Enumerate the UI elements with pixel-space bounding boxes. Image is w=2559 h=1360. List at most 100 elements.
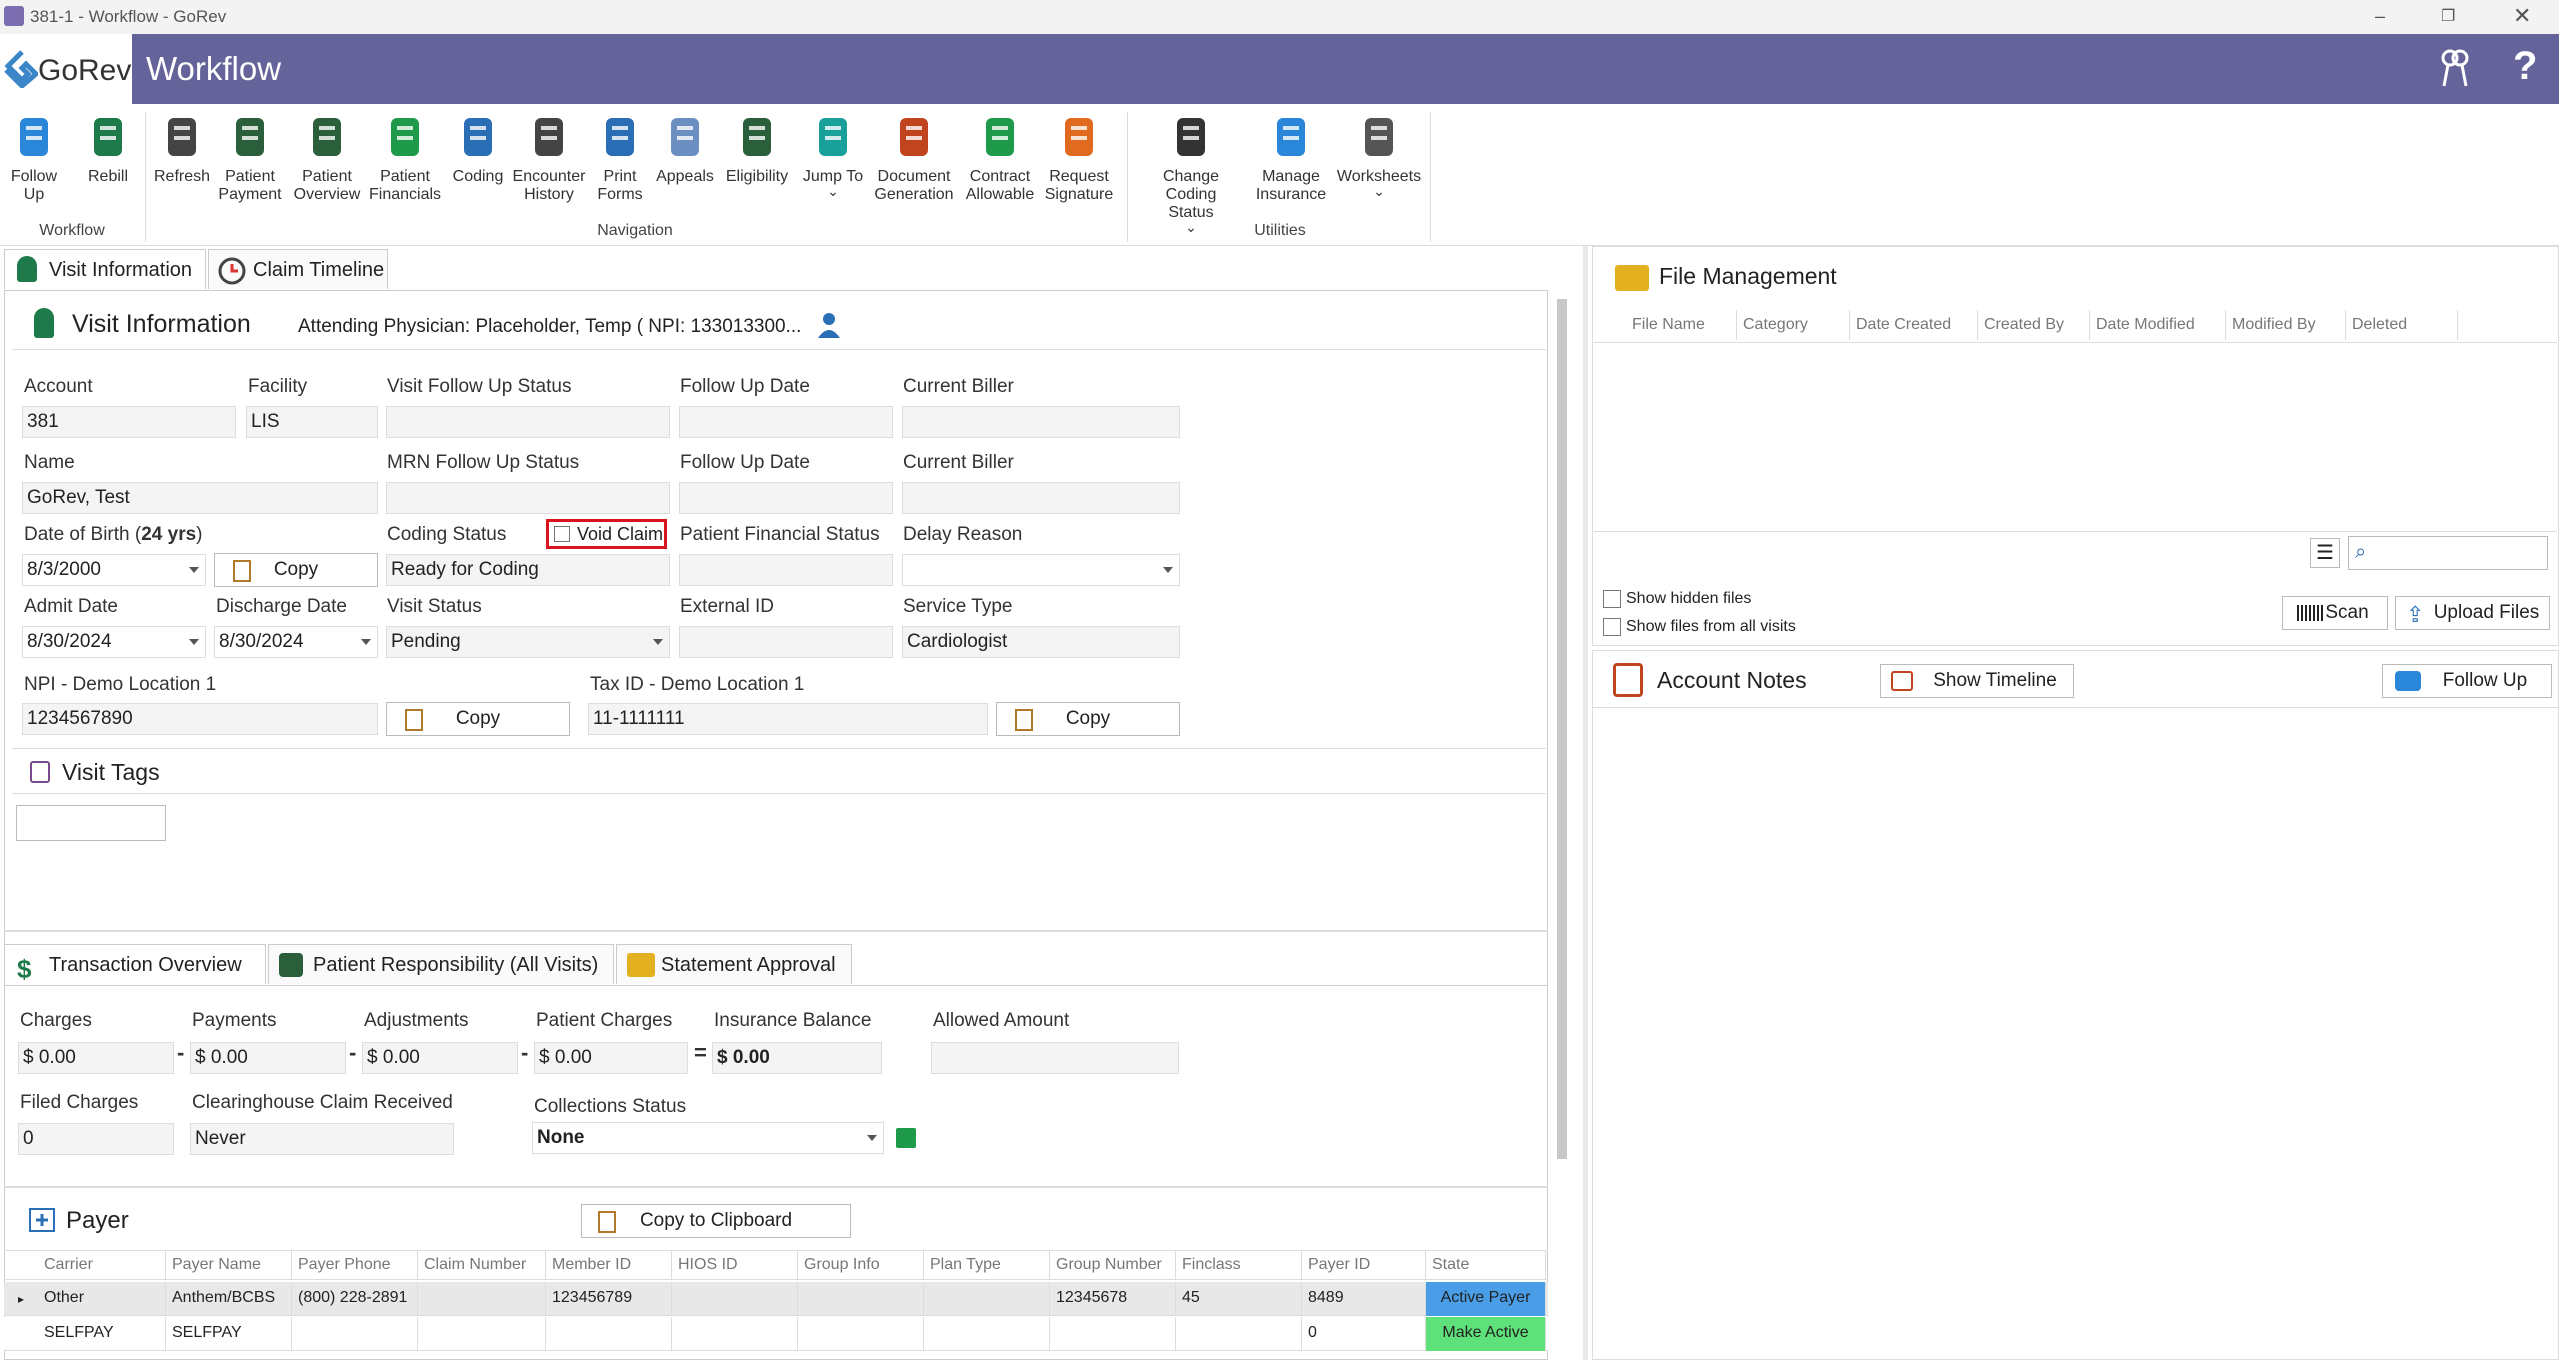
scrollbar[interactable] [1557,299,1567,1159]
name-field[interactable]: GoRev, Test [22,482,378,514]
column-header[interactable]: Carrier [38,1250,166,1280]
allowed-amount-field[interactable] [931,1042,1179,1074]
file-column-header[interactable]: Modified By [2226,310,2346,340]
column-header[interactable]: State [1426,1250,1546,1280]
tab-visit-information[interactable]: Visit Information [4,249,206,289]
restore-icon[interactable]: ❐ [2441,6,2455,26]
show-timeline-button[interactable]: Show Timeline [1880,664,2074,698]
group-navigation: Navigation [597,222,673,239]
state-badge[interactable]: Active Payer [1426,1282,1546,1316]
npi-field[interactable]: 1234567890 [22,703,378,735]
discharge-date-picker[interactable]: 8/30/2024 [214,626,378,658]
column-header[interactable]: Payer ID [1302,1250,1426,1280]
help-icon[interactable]: ? [2513,44,2537,89]
visit-tags-input[interactable] [16,805,166,841]
file-column-header[interactable]: Category [1737,310,1850,340]
file-column-header[interactable]: File Name [1626,310,1737,340]
copy-tax-id-button[interactable]: Copy [996,702,1180,736]
current-biller-2-label: Current Biller [903,452,1014,473]
copy-to-clipboard-button[interactable]: Copy to Clipboard [581,1204,851,1238]
account-notes-panel: Account Notes [1592,650,2559,1360]
file-search-input[interactable]: ⌕ [2348,536,2548,570]
button-label: Follow Up [2442,670,2528,691]
upload-files-button[interactable]: ⇪ Upload Files [2395,596,2550,630]
state-badge[interactable]: Make Active [1426,1317,1546,1351]
adjustments-field[interactable]: $ 0.00 [362,1042,518,1074]
tab-patient-responsibility[interactable]: Patient Responsibility (All Visits) [268,944,614,984]
current-biller-field[interactable] [902,406,1180,438]
coding-status-field[interactable]: Ready for Coding [386,554,670,586]
filed-charges-field[interactable]: 0 [18,1123,174,1155]
column-header[interactable]: HIOS ID [672,1250,798,1280]
save-icon[interactable] [896,1128,916,1148]
patient-financial-status-field[interactable] [679,554,893,586]
table-cell [672,1282,798,1316]
column-header[interactable]: Claim Number [418,1250,546,1280]
tab-claim-timeline[interactable]: Claim Timeline [208,249,388,289]
delay-reason-label: Delay Reason [903,524,1023,545]
delay-reason-select[interactable] [902,554,1180,586]
adjustments-label: Adjustments [364,1010,469,1031]
upload-icon: ⇪ [2406,602,2425,627]
file-column-header[interactable]: Created By [1978,310,2090,340]
service-type-field[interactable]: Cardiologist [902,626,1180,658]
person-icon [313,118,341,156]
dollar-cycle-icon [94,118,122,156]
external-id-field[interactable] [679,626,893,658]
tab-transaction-overview[interactable]: $ Transaction Overview [4,944,266,984]
copy-dob-button[interactable]: Copy [214,553,378,587]
clearinghouse-field[interactable]: Never [190,1123,454,1155]
menu-icon[interactable]: ☰ [2310,538,2340,568]
visit-info-header: Visit Information Attending Physician: P… [12,296,1546,350]
column-header[interactable]: Finclass [1176,1250,1302,1280]
visit-status-select[interactable]: Pending [386,626,670,658]
payment-icon [279,953,303,977]
column-header[interactable]: Payer Name [166,1250,292,1280]
close-icon[interactable]: ✕ [2513,3,2531,29]
patient-charges-field[interactable]: $ 0.00 [534,1042,688,1074]
payer-icon [29,1208,55,1232]
follow-up-button[interactable]: Follow Up [2382,664,2552,698]
doctor-icon[interactable] [816,310,842,340]
minimize-icon[interactable]: – [2375,6,2385,27]
column-header[interactable]: Member ID [546,1250,672,1280]
scan-button[interactable]: Scan [2282,596,2388,630]
current-biller-2-field[interactable] [902,482,1180,514]
ribbon-pen-button[interactable]: Request Signature [1024,114,1134,204]
facility-field[interactable]: LIS [246,406,378,438]
insurance-balance-field[interactable]: $ 0.00 [712,1042,882,1074]
column-header[interactable]: Plan Type [924,1250,1050,1280]
keys-icon[interactable] [2438,48,2472,88]
file-column-header[interactable]: Date Created [1850,310,1978,340]
patient-charges-label: Patient Charges [536,1010,673,1031]
follow-up-date-field[interactable] [679,406,893,438]
column-header[interactable]: Group Number [1050,1250,1176,1280]
column-header[interactable]: Group Info [798,1250,924,1280]
mrn-follow-up-status-field[interactable] [386,482,670,514]
follow-up-date-2-field[interactable] [679,482,893,514]
discharge-date-picker-value: 8/30/2024 [219,631,304,652]
dob-picker[interactable]: 8/3/2000 [22,554,206,586]
minus-sign: - [177,1040,185,1065]
tab-statement-approval[interactable]: Statement Approval [616,944,852,984]
void-claim-checkbox[interactable]: Void Claim [546,519,667,549]
column-header[interactable]: Payer Phone [292,1250,418,1280]
ribbon-sheets-button[interactable]: Worksheets ⌄ [1324,114,1434,198]
show-all-visits-checkbox[interactable] [1603,618,1621,636]
copy-npi-button[interactable]: Copy [386,702,570,736]
visit-follow-up-status-field[interactable] [386,406,670,438]
file-column-header[interactable]: Date Modified [2090,310,2226,340]
collections-status-select[interactable]: None [532,1122,884,1154]
clearinghouse-field-value: Never [195,1128,246,1149]
file-column-header[interactable]: Deleted [2346,310,2458,340]
show-hidden-checkbox[interactable] [1603,590,1621,608]
ribbon-doc-edit-button[interactable]: Change Coding Status ⌄ [1136,114,1246,234]
admit-date-picker[interactable]: 8/30/2024 [22,626,206,658]
visit-follow-up-status-label: Visit Follow Up Status [387,376,572,397]
window-title: 381-1 - Workflow - GoRev [30,7,227,26]
payments-field[interactable]: $ 0.00 [190,1042,346,1074]
account-field[interactable]: 381 [22,406,236,438]
window-titlebar: 381-1 - Workflow - GoRev – ❐ ✕ [0,0,2559,34]
tax-id-field[interactable]: 11-1111111 [588,703,988,735]
charges-field[interactable]: $ 0.00 [18,1042,174,1074]
